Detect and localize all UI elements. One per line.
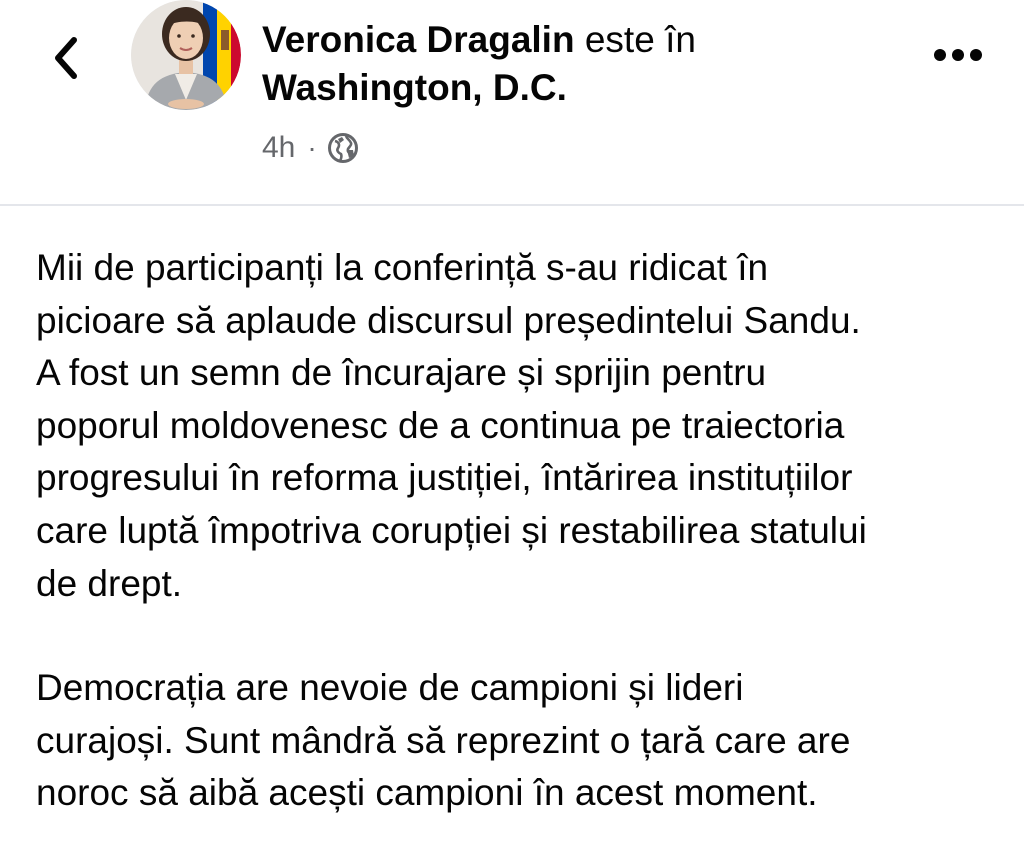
post-paragraph-1: Mii de participanți la conferință s-au r… — [36, 247, 867, 604]
more-options-button[interactable] — [930, 38, 986, 72]
post-header: Veronica Dragalin este în Washington, D.… — [0, 0, 1024, 204]
author-name[interactable]: Veronica Dragalin — [262, 19, 575, 60]
avatar[interactable] — [131, 0, 241, 110]
globe-icon — [327, 133, 358, 163]
profile-photo — [131, 0, 241, 110]
meta-separator: · — [307, 132, 317, 163]
author-line: Veronica Dragalin este în Washington, D.… — [262, 16, 882, 112]
back-button[interactable] — [40, 30, 90, 86]
more-horizontal-icon — [934, 49, 982, 61]
timestamp[interactable]: 4h — [262, 131, 295, 165]
location-connector: este în — [574, 19, 696, 60]
header-divider — [0, 204, 1024, 206]
location-link[interactable]: Washington, D.C. — [262, 67, 567, 108]
post-text: Mii de participanți la conferință s-au r… — [36, 242, 1006, 820]
post-paragraph-2: Democrația are nevoie de campioni și lid… — [36, 667, 851, 814]
post-meta: 4h · — [262, 126, 359, 170]
chevron-left-icon — [55, 37, 77, 79]
